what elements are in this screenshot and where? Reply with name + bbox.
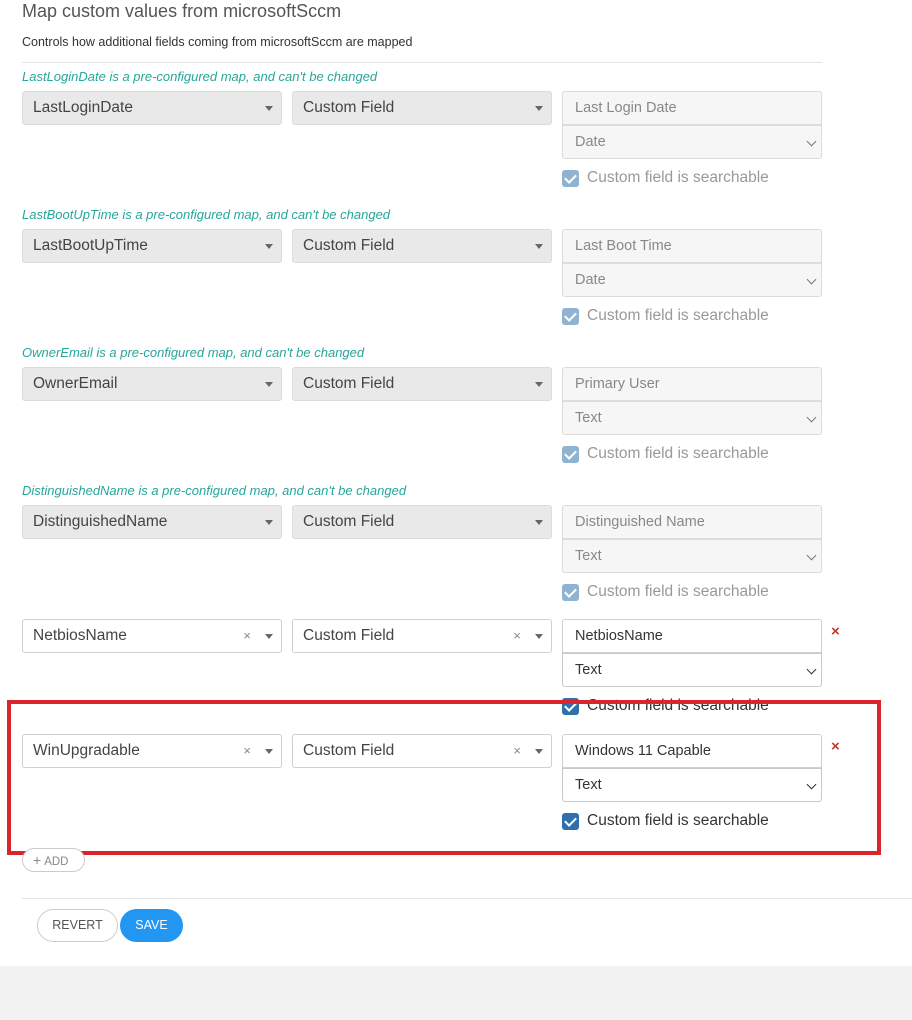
divider [22, 62, 822, 63]
save-button[interactable]: SAVE [120, 909, 183, 942]
searchable-label: Custom field is searchable [587, 583, 769, 600]
caret-down-icon [535, 382, 543, 387]
field-type-value: Date [575, 134, 606, 150]
custom-field-type-select: Text [562, 539, 822, 573]
field-type-value: Date [575, 272, 606, 288]
caret-down-icon[interactable] [265, 634, 273, 639]
chevron-down-icon [806, 412, 817, 423]
source-field-value: OwnerEmail [33, 375, 118, 392]
source-field-select: LastLoginDate [22, 91, 282, 125]
chevron-down-icon [806, 274, 817, 285]
caret-down-icon[interactable] [535, 634, 543, 639]
searchable-label: Custom field is searchable [587, 445, 769, 462]
chevron-down-icon [806, 550, 817, 561]
clear-icon[interactable]: × [513, 620, 521, 652]
checkbox-checked-icon [562, 446, 579, 463]
chevron-down-icon [806, 664, 817, 675]
target-type-value: Custom Field [303, 513, 395, 530]
custom-field-type-select: Date [562, 263, 822, 297]
custom-field-name-input: Last Login Date [562, 91, 822, 125]
target-type-value: Custom Field [303, 99, 395, 116]
source-field-select: LastBootUpTime [22, 229, 282, 263]
caret-down-icon [265, 106, 273, 111]
source-field-value: NetbiosName [33, 627, 127, 644]
custom-field-type-select: Date [562, 125, 822, 159]
source-field-select[interactable]: NetbiosName × [22, 619, 282, 653]
target-type-value: Custom Field [303, 627, 395, 644]
caret-down-icon [535, 520, 543, 525]
searchable-label: Custom field is searchable [587, 307, 769, 324]
target-type-select[interactable]: Custom Field × [292, 619, 552, 653]
caret-down-icon [265, 244, 273, 249]
custom-field-name-input: Primary User [562, 367, 822, 401]
plus-icon: + [33, 852, 42, 868]
mapping-note: LastLoginDate is a pre-configured map, a… [22, 69, 378, 84]
target-type-value: Custom Field [303, 237, 395, 254]
field-type-value: Text [575, 548, 602, 564]
caret-down-icon [265, 382, 273, 387]
mapping-note: DistinguishedName is a pre-configured ma… [22, 483, 407, 498]
caret-down-icon [265, 520, 273, 525]
target-type-select: Custom Field [292, 505, 552, 539]
caret-down-icon [535, 106, 543, 111]
custom-field-name-input: Distinguished Name [562, 505, 822, 539]
custom-field-type-select[interactable]: Text [562, 653, 822, 687]
footer-band [0, 966, 912, 1020]
source-field-value: DistinguishedName [33, 513, 168, 530]
mapping-note: LastBootUpTime is a pre-configured map, … [22, 207, 391, 222]
checkbox-checked-icon [562, 170, 579, 187]
custom-field-name-input[interactable]: NetbiosName [562, 619, 822, 653]
field-type-value: Text [575, 662, 602, 678]
custom-field-name-input: Last Boot Time [562, 229, 822, 263]
revert-button[interactable]: REVERT [37, 909, 118, 942]
source-field-value: LastBootUpTime [33, 237, 148, 254]
mapping-note: OwnerEmail is a pre-configured map, and … [22, 345, 365, 360]
checkbox-checked-icon [562, 308, 579, 325]
searchable-label: Custom field is searchable [587, 169, 769, 186]
clear-icon[interactable]: × [243, 620, 251, 652]
delete-mapping-icon[interactable]: × [831, 623, 840, 640]
highlight-box [7, 700, 881, 855]
add-mapping-button[interactable]: + ADD [22, 848, 85, 872]
source-field-value: LastLoginDate [33, 99, 133, 116]
page-description: Controls how additional fields coming fr… [22, 35, 413, 49]
page-title: Map custom values from microsoftSccm [22, 1, 342, 21]
custom-field-type-select: Text [562, 401, 822, 435]
target-type-value: Custom Field [303, 375, 395, 392]
source-field-select: DistinguishedName [22, 505, 282, 539]
add-label: ADD [44, 856, 69, 868]
field-type-value: Text [575, 410, 602, 426]
divider [22, 898, 912, 899]
caret-down-icon [535, 244, 543, 249]
source-field-select: OwnerEmail [22, 367, 282, 401]
target-type-select: Custom Field [292, 91, 552, 125]
target-type-select: Custom Field [292, 229, 552, 263]
chevron-down-icon [806, 136, 817, 147]
target-type-select: Custom Field [292, 367, 552, 401]
checkbox-checked-icon [562, 584, 579, 601]
